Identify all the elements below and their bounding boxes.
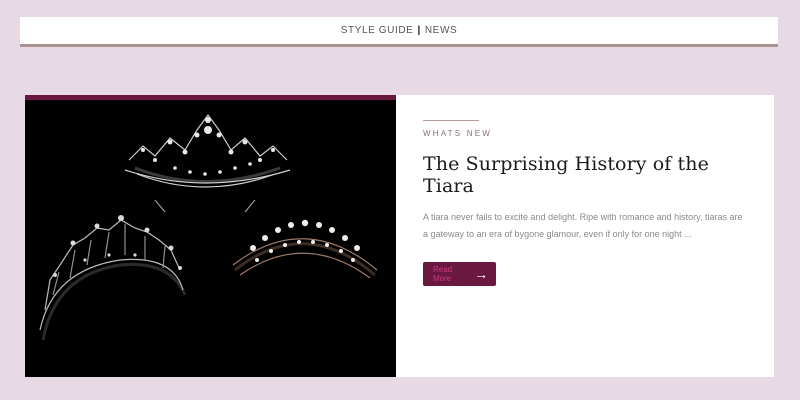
article-content: WHATS NEW The Surprising History of the … (396, 95, 774, 377)
article-image[interactable] (25, 95, 396, 377)
tiaras-illustration (39, 113, 378, 341)
tiara-left (39, 219, 187, 341)
decorative-rule (423, 120, 479, 121)
arrow-right-icon: → (474, 266, 489, 282)
nav-style-guide[interactable]: STYLE GUIDE (341, 25, 414, 36)
read-more-label: Read More (433, 265, 453, 283)
article-excerpt: A tiara never fails to excite and deligh… (423, 212, 743, 239)
article-category: WHATS NEW (423, 129, 492, 138)
nav-news[interactable]: NEWS (425, 25, 457, 36)
top-navigation: STYLE GUIDE | NEWS (20, 17, 778, 47)
tiara-right (232, 238, 378, 279)
read-more-button[interactable]: Read More → (423, 262, 496, 286)
nav-separator: | (417, 25, 421, 36)
article-title[interactable]: The Surprising History of the Tiara (423, 153, 748, 197)
article-card: WHATS NEW The Surprising History of the … (25, 95, 774, 377)
